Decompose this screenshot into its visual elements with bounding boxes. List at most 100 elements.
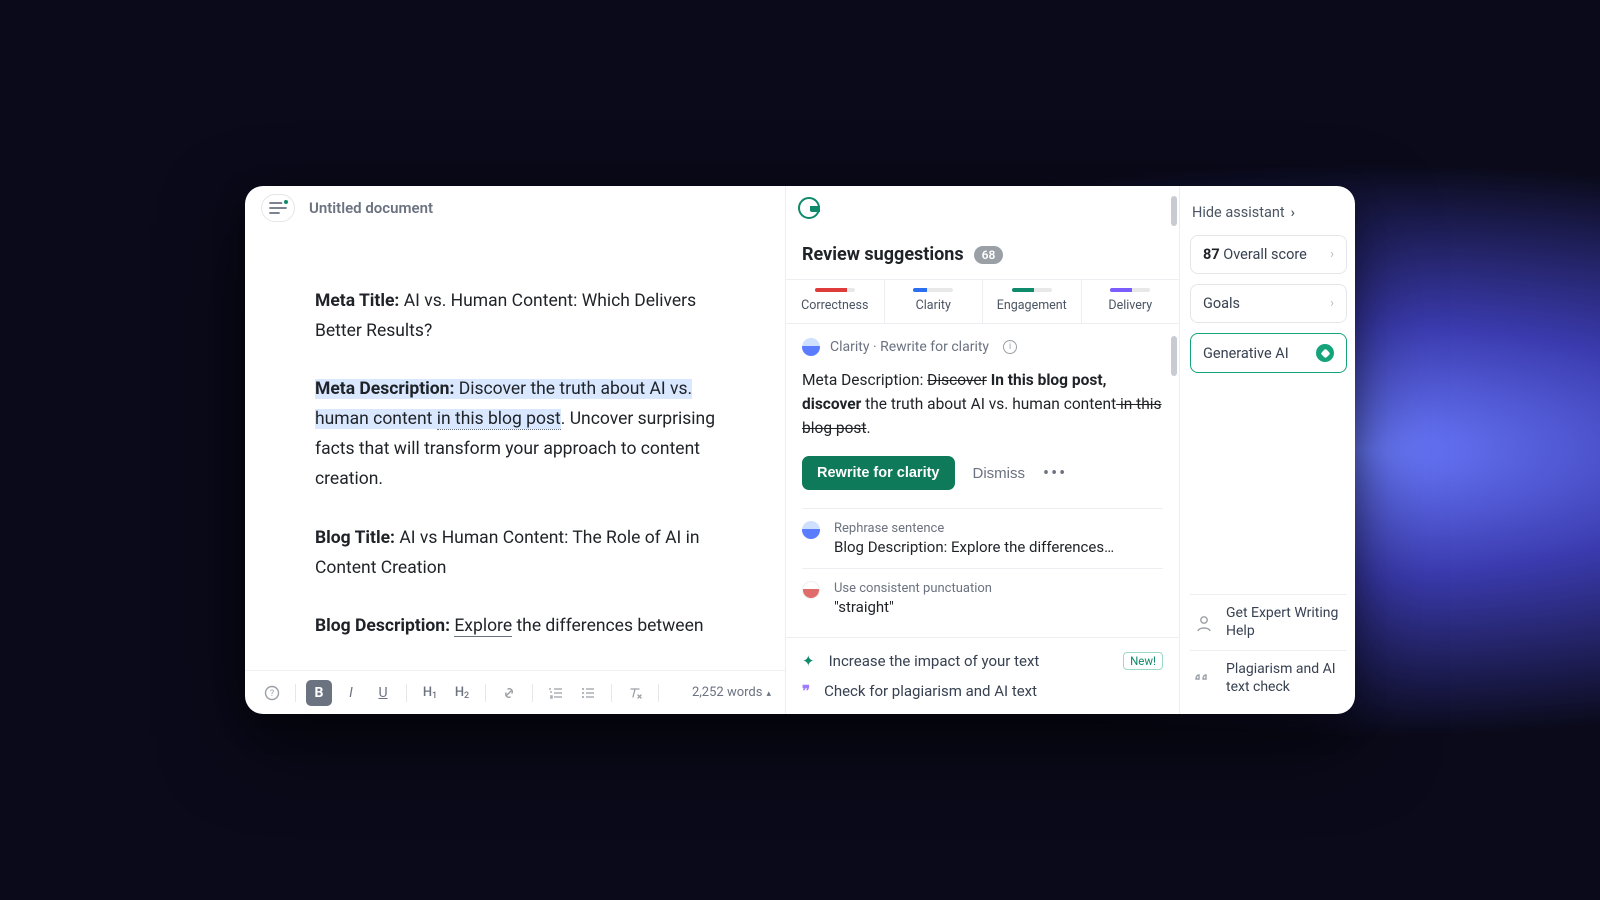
unordered-list-button[interactable] bbox=[575, 680, 601, 706]
correctness-bar-icon bbox=[815, 288, 855, 292]
help-icon: ? bbox=[264, 685, 280, 701]
suggestion-preview: "straight" bbox=[834, 598, 1163, 616]
app-window: Untitled document Meta Title: AI vs. Hum… bbox=[245, 186, 1355, 714]
link-icon bbox=[501, 685, 517, 701]
scrollbar-thumb[interactable] bbox=[1171, 196, 1177, 226]
blog-desc-paragraph[interactable]: Blog Description: Explore the difference… bbox=[315, 611, 725, 641]
help-button[interactable]: ? bbox=[259, 680, 285, 706]
goals-label: Goals bbox=[1203, 295, 1240, 312]
clear-format-button[interactable] bbox=[622, 680, 648, 706]
h2-button[interactable]: H2 bbox=[449, 680, 475, 706]
rail-bottom: Get Expert Writing Help Plagiarism and A… bbox=[1190, 594, 1347, 706]
chevron-right-icon: › bbox=[1330, 296, 1334, 311]
tab-correctness[interactable]: Correctness bbox=[786, 280, 885, 323]
suggestion-label: Rephrase sentence bbox=[834, 521, 1163, 536]
meta-title-paragraph[interactable]: Meta Title: AI vs. Human Content: Which … bbox=[315, 286, 725, 346]
chevron-right-icon: › bbox=[1330, 247, 1334, 262]
word-count[interactable]: 2,252 words▴ bbox=[692, 685, 771, 700]
right-rail: Hide assistant ›› 87 Overall score › Goa… bbox=[1179, 186, 1355, 714]
ordered-list-icon bbox=[548, 685, 564, 701]
suggestion-preview: Blog Description: Explore the difference… bbox=[834, 538, 1163, 556]
meta-desc-highlight: in this blog post bbox=[437, 409, 561, 430]
suggestion-count-badge: 68 bbox=[974, 246, 1004, 264]
hide-assistant-button[interactable]: Hide assistant ›› bbox=[1192, 204, 1345, 221]
plagiarism-check-label: Plagiarism and AI text check bbox=[1226, 661, 1343, 696]
blog-title-paragraph[interactable]: Blog Title: AI vs Human Content: The Rol… bbox=[315, 523, 725, 583]
suggestion-body: Meta Description: Discover In this blog … bbox=[802, 368, 1163, 440]
suggestion-item[interactable]: Rephrase sentence Blog Description: Expl… bbox=[802, 508, 1163, 568]
clarity-bar-icon bbox=[913, 288, 953, 292]
meta-desc-paragraph[interactable]: Meta Description: Discover the truth abo… bbox=[315, 374, 725, 494]
person-icon bbox=[1194, 612, 1214, 634]
underline-button[interactable]: U bbox=[370, 680, 396, 706]
dismiss-button[interactable]: Dismiss bbox=[973, 465, 1026, 482]
suggestion-tag: Clarity · Rewrite for clarity bbox=[830, 339, 989, 355]
review-header: Review suggestions 68 bbox=[786, 230, 1179, 279]
grammarly-logo-icon bbox=[798, 197, 820, 219]
tab-delivery[interactable]: Delivery bbox=[1082, 280, 1180, 323]
generative-ai-icon bbox=[1316, 344, 1334, 362]
expert-help-button[interactable]: Get Expert Writing Help bbox=[1190, 594, 1347, 650]
suggestion-list[interactable]: Clarity · Rewrite for clarity i Meta Des… bbox=[786, 324, 1179, 637]
assistant-topbar bbox=[786, 186, 1179, 230]
assistant-footer: ✦ Increase the impact of your text New! … bbox=[786, 637, 1179, 714]
tab-engagement[interactable]: Engagement bbox=[983, 280, 1082, 323]
bold-button[interactable]: B bbox=[306, 680, 332, 706]
h1-button[interactable]: H1 bbox=[417, 680, 443, 706]
goals-card[interactable]: Goals › bbox=[1190, 284, 1347, 323]
separator bbox=[295, 684, 296, 702]
quote-icon: ❞ bbox=[802, 682, 810, 700]
menu-button[interactable] bbox=[261, 194, 295, 222]
blog-desc-rest: the differences between bbox=[512, 616, 703, 636]
impact-label: Increase the impact of your text bbox=[829, 652, 1040, 670]
clarity-dot-icon bbox=[802, 338, 820, 356]
overall-score-card[interactable]: 87 Overall score › bbox=[1190, 235, 1347, 274]
notification-dot-icon bbox=[282, 198, 290, 206]
meta-title-label: Meta Title: bbox=[315, 291, 399, 311]
impact-row[interactable]: ✦ Increase the impact of your text New! bbox=[802, 646, 1163, 676]
rewrite-button[interactable]: Rewrite for clarity bbox=[802, 456, 955, 490]
link-button[interactable] bbox=[496, 680, 522, 706]
score-label: Overall score bbox=[1220, 246, 1307, 263]
underline-icon: U bbox=[378, 685, 387, 701]
caret-up-icon: ▴ bbox=[766, 689, 771, 699]
expert-help-label: Get Expert Writing Help bbox=[1226, 605, 1343, 640]
italic-button[interactable]: I bbox=[338, 680, 364, 706]
separator bbox=[611, 684, 612, 702]
category-tabs: Correctness Clarity Engagement Delivery bbox=[786, 279, 1179, 324]
blog-title-label: Blog Title: bbox=[315, 528, 395, 548]
editor-pane: Untitled document Meta Title: AI vs. Hum… bbox=[245, 186, 785, 714]
ordered-list-button[interactable] bbox=[543, 680, 569, 706]
info-icon[interactable]: i bbox=[1003, 340, 1017, 354]
scrollbar-thumb[interactable] bbox=[1171, 336, 1177, 376]
suggestion-label: Use consistent punctuation bbox=[834, 581, 1163, 596]
meta-desc-label: Meta Description: bbox=[315, 379, 454, 399]
genai-label: Generative AI bbox=[1203, 345, 1289, 362]
score-number: 87 bbox=[1203, 246, 1220, 263]
removed-text: Discover bbox=[927, 371, 987, 389]
separator bbox=[406, 684, 407, 702]
plagiarism-label: Check for plagiarism and AI text bbox=[824, 682, 1037, 700]
separator bbox=[658, 684, 659, 702]
editor-body[interactable]: Meta Title: AI vs. Human Content: Which … bbox=[245, 230, 785, 670]
bold-icon: B bbox=[315, 685, 324, 701]
editor-toolbar: ? B I U H1 H2 2,252 words▴ bbox=[245, 670, 785, 714]
plagiarism-row[interactable]: ❞ Check for plagiarism and AI text bbox=[802, 676, 1163, 706]
correctness-dot-icon bbox=[802, 581, 820, 599]
suggestion-actions: Rewrite for clarity Dismiss ••• bbox=[802, 456, 1163, 490]
delivery-bar-icon bbox=[1110, 288, 1150, 292]
editor-header: Untitled document bbox=[245, 186, 785, 230]
new-badge: New! bbox=[1123, 652, 1163, 670]
document-title[interactable]: Untitled document bbox=[309, 199, 433, 217]
engagement-bar-icon bbox=[1012, 288, 1052, 292]
generative-ai-card[interactable]: Generative AI bbox=[1190, 333, 1347, 373]
plagiarism-check-button[interactable]: Plagiarism and AI text check bbox=[1190, 650, 1347, 706]
active-suggestion-header: Clarity · Rewrite for clarity i bbox=[802, 338, 1163, 356]
suggestion-item[interactable]: Use consistent punctuation "straight" bbox=[802, 568, 1163, 628]
clear-format-icon bbox=[627, 685, 643, 701]
more-actions-button[interactable]: ••• bbox=[1043, 463, 1067, 484]
quotes-icon bbox=[1194, 668, 1214, 690]
blog-desc-label: Blog Description: bbox=[315, 616, 450, 636]
svg-text:?: ? bbox=[270, 689, 274, 699]
tab-clarity[interactable]: Clarity bbox=[885, 280, 984, 323]
